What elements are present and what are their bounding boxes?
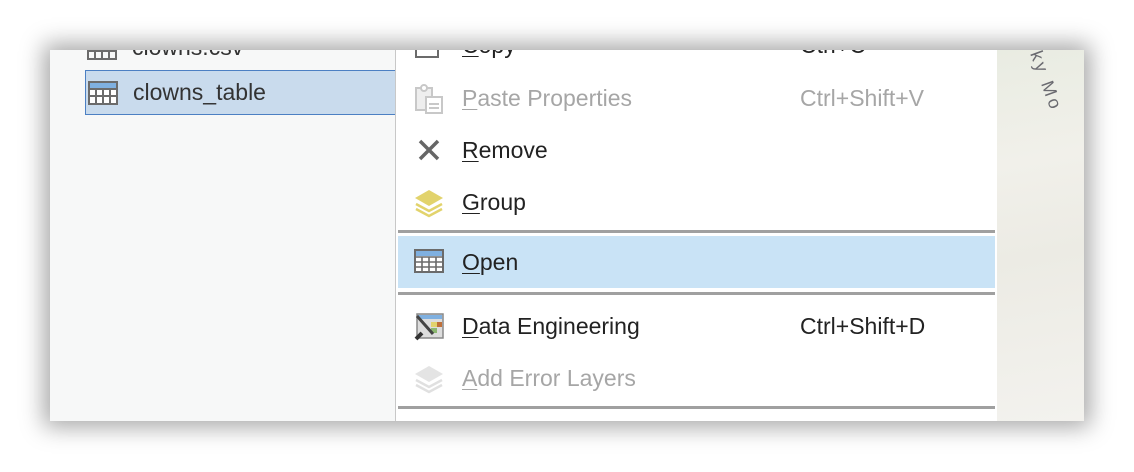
menu-item-add-error-layers[interactable]: Add Error Layers (398, 353, 995, 403)
menu-item-label: Data Engineering (462, 312, 640, 339)
table-icon (88, 80, 118, 105)
context-menu: Copy Ctrl+C Paste Properties Ctrl+Shift+… (395, 50, 997, 421)
menu-item-label: Remove (462, 136, 548, 163)
menu-item-open[interactable]: Open (398, 236, 995, 288)
menu-item-paste-properties[interactable]: Paste Properties Ctrl+Shift+V (398, 73, 995, 123)
catalog-pane: clowns.csv clowns_table (50, 50, 395, 421)
menu-item-group[interactable]: Group (398, 177, 995, 227)
tree-item-clowns-csv[interactable]: clowns.csv (85, 50, 395, 70)
screenshot-region: clowns.csv clowns_table Copy Ctrl+C Past… (50, 50, 1084, 421)
menu-item-label: Paste Properties (462, 84, 633, 111)
menu-item-label: Add Error Layers (462, 364, 636, 391)
menu-item-remove[interactable]: Remove (398, 125, 995, 175)
tree-item-label: clowns.csv (132, 50, 243, 61)
menu-item-copy[interactable]: Copy Ctrl+C (398, 50, 995, 70)
layers-icon (415, 366, 443, 394)
menu-item-label: Copy (462, 50, 516, 59)
data-engineering-icon (414, 313, 444, 341)
copy-icon (415, 50, 439, 58)
tree-item-clowns-table[interactable]: clowns_table (85, 70, 395, 115)
map-view[interactable]: ky Mo (997, 50, 1084, 421)
paste-icon (415, 84, 443, 114)
menu-item-shortcut: Ctrl+C (800, 50, 866, 59)
menu-item-shortcut: Ctrl+Shift+V (800, 84, 924, 111)
menu-item-data-engineering[interactable]: Data Engineering Ctrl+Shift+D (398, 301, 995, 351)
table-icon (87, 50, 117, 60)
map-label: ky Mo (1026, 50, 1067, 115)
menu-item-shortcut: Ctrl+Shift+D (800, 312, 926, 339)
group-layers-icon (415, 190, 443, 218)
menu-separator (398, 406, 995, 409)
menu-separator (398, 292, 995, 295)
menu-separator (398, 230, 995, 233)
menu-item-label: Open (462, 248, 519, 275)
table-icon (414, 249, 444, 273)
menu-item-label: Group (462, 188, 526, 215)
tree-item-label: clowns_table (133, 79, 266, 105)
remove-icon (418, 139, 440, 161)
